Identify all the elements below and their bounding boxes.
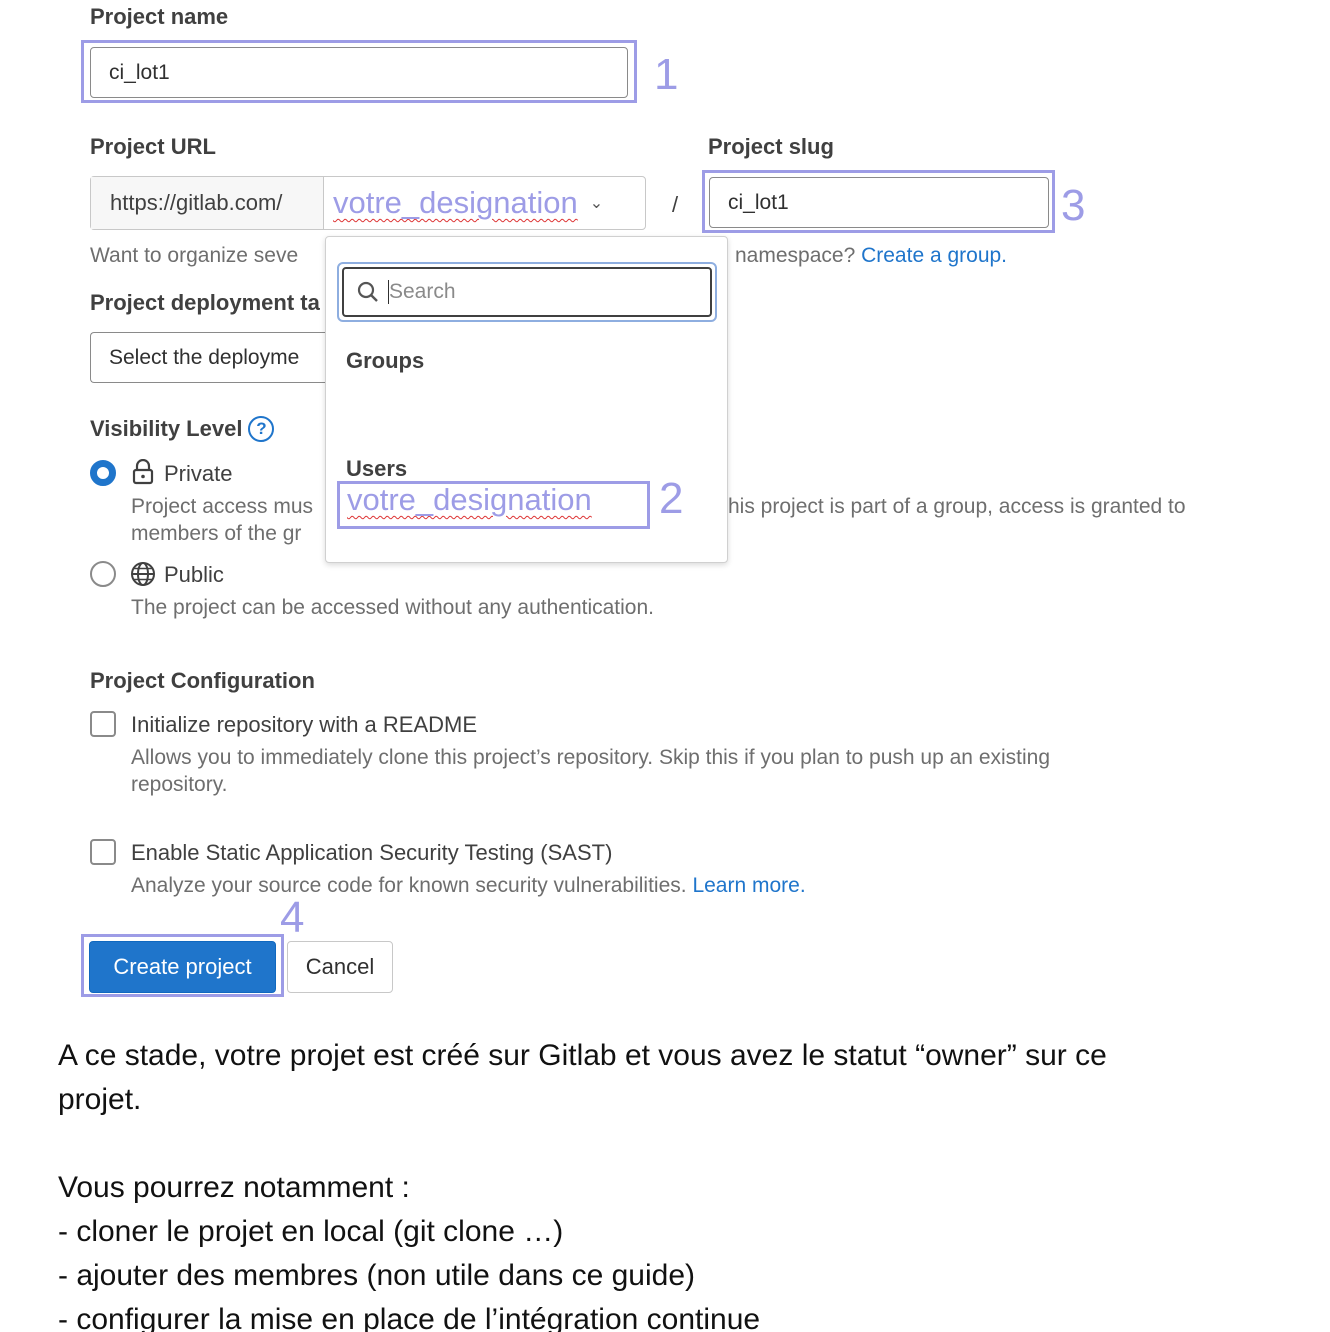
readme-checkbox[interactable] <box>90 711 116 737</box>
config-label: Project Configuration <box>90 668 315 693</box>
sast-desc: Analyze your source code for known secur… <box>131 874 806 898</box>
dropdown-groups-heading: Groups <box>346 348 425 373</box>
doc-para2-intro: Vous pourrez notamment : <box>58 1171 410 1204</box>
create-group-link[interactable]: Create a group. <box>861 244 1007 267</box>
private-label: Private <box>164 461 233 486</box>
deployment-label: Project deployment ta <box>90 290 320 315</box>
dropdown-users-heading: Users <box>346 456 408 481</box>
private-radio[interactable] <box>90 460 116 486</box>
deployment-select[interactable]: Select the deployme <box>90 332 340 383</box>
help-icon[interactable]: ? <box>248 416 275 442</box>
private-desc-right: his project is part of a group, access i… <box>728 495 1186 518</box>
lock-icon <box>132 458 154 485</box>
doc-para1-line1: A ce stade, votre projet est créé sur Gi… <box>58 1039 1107 1072</box>
search-icon <box>357 281 378 302</box>
namespace-select[interactable]: votre_designation ⌄ <box>325 177 645 229</box>
globe-icon <box>130 561 156 587</box>
chevron-down-icon: ⌄ <box>589 195 604 212</box>
project-url-label: Project URL <box>90 134 216 159</box>
url-prefix: https://gitlab.com/ <box>91 177 324 229</box>
dropdown-search-input[interactable]: Search <box>342 267 712 317</box>
public-radio[interactable] <box>90 561 116 587</box>
readme-label: Initialize repository with a README <box>131 712 478 737</box>
namespace-value: votre_designation <box>333 185 578 220</box>
namespace-help-right-text: namespace? <box>735 244 856 267</box>
project-name-value: ci_lot1 <box>109 60 170 84</box>
doc-paragraph-2: Vous pourrez notamment : - cloner le pro… <box>58 1166 1318 1332</box>
annotation-number-3: 3 <box>1061 181 1086 230</box>
doc-bullet: - cloner le projet en local (git clone …… <box>58 1215 564 1248</box>
doc-bullet: - configurer la mise en place de l’intég… <box>58 1303 761 1332</box>
private-desc-left: Project access mus <box>131 495 314 518</box>
learn-more-link[interactable]: Learn more. <box>692 874 805 897</box>
visibility-label-text: Visibility Level <box>90 416 243 441</box>
project-name-input[interactable]: ci_lot1 <box>90 47 628 98</box>
doc-para1-line2: projet. <box>58 1083 142 1116</box>
sast-checkbox[interactable] <box>90 839 116 865</box>
namespace-help-left: Want to organize seve <box>90 244 299 267</box>
dropdown-search-focus: Search <box>337 262 717 322</box>
public-desc: The project can be accessed without any … <box>131 596 654 619</box>
url-separator: / <box>672 192 679 217</box>
cancel-button[interactable]: Cancel <box>287 941 393 993</box>
project-slug-label: Project slug <box>708 134 834 159</box>
create-project-button[interactable]: Create project <box>89 941 276 993</box>
readme-desc-line1: Allows you to immediately clone this pro… <box>131 746 1051 769</box>
public-label: Public <box>164 562 224 587</box>
search-placeholder: Search <box>389 280 456 303</box>
project-name-label: Project name <box>90 4 229 29</box>
url-prefix-text: https://gitlab.com/ <box>110 190 283 215</box>
cancel-label: Cancel <box>305 954 375 979</box>
dropdown-user-item-text: votre_designation <box>347 482 592 517</box>
project-slug-input[interactable]: ci_lot1 <box>709 177 1049 228</box>
sast-desc-text: Analyze your source code for known secur… <box>131 874 687 897</box>
private-desc-line2: members of the gr <box>131 522 302 545</box>
annotation-number-2: 2 <box>659 474 684 523</box>
annotation-number-1: 1 <box>654 50 679 99</box>
readme-desc-line2: repository. <box>131 773 228 796</box>
sast-label: Enable Static Application Security Testi… <box>131 840 613 865</box>
visibility-label: Visibility Level ? <box>90 416 275 442</box>
doc-bullet: - ajouter des membres (non utile dans ce… <box>58 1259 696 1292</box>
project-slug-value: ci_lot1 <box>728 190 789 214</box>
dropdown-user-item[interactable]: votre_designation <box>347 482 592 518</box>
create-project-label: Create project <box>113 954 252 979</box>
deployment-placeholder: Select the deployme <box>109 345 300 369</box>
doc-paragraph-1: A ce stade, votre projet est créé sur Gi… <box>58 1034 1318 1122</box>
namespace-help-right: namespace? Create a group. <box>735 244 1007 268</box>
